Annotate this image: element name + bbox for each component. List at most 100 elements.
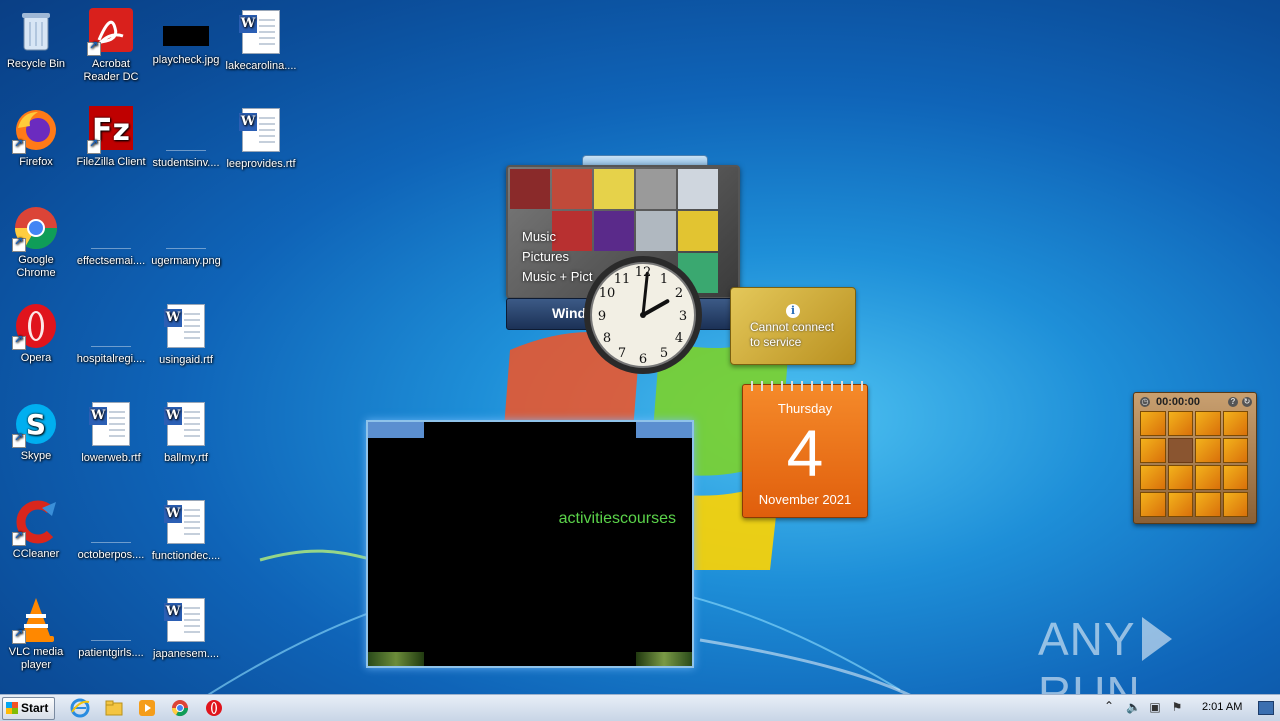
puzzle-tile[interactable] xyxy=(1222,465,1248,490)
slideshow-gadget[interactable]: activitiescourses xyxy=(366,420,694,668)
show-desktop-button[interactable] xyxy=(1258,701,1274,715)
puzzle-tile[interactable] xyxy=(1167,465,1193,490)
desktop-icon-hospitalregi[interactable]: hospitalregi.... xyxy=(73,302,149,366)
play-icon xyxy=(1141,617,1172,661)
shortcut-arrow-icon xyxy=(12,138,26,154)
icon-label: functiondec.... xyxy=(151,550,221,562)
puzzle-tile[interactable] xyxy=(1140,492,1166,517)
svg-text:2: 2 xyxy=(675,286,683,301)
feed-gadget[interactable]: i Cannot connect to service xyxy=(730,287,856,365)
info-icon: i xyxy=(786,304,800,318)
puzzle-tile[interactable] xyxy=(1222,492,1248,517)
desktop-icon-patientgirls[interactable]: patientgirls.... xyxy=(73,596,149,660)
feed-error-message: Cannot connect to service xyxy=(750,320,834,350)
media-thumbnail xyxy=(594,169,634,209)
desktop-icon-lakecarolina[interactable]: W lakecarolina.... xyxy=(223,8,299,73)
desktop-icon-japanesem[interactable]: W japanesem.... xyxy=(148,596,224,661)
desktop-icon-ccleaner[interactable]: CCleaner xyxy=(0,498,74,561)
puzzle-tile[interactable] xyxy=(1167,492,1193,517)
picture-puzzle-gadget[interactable]: ◷ 00:00:00 ? ↻ xyxy=(1133,392,1257,524)
desktop-icon-octoberpos[interactable]: octoberpos.... xyxy=(73,498,149,562)
blank-file-icon xyxy=(166,208,206,249)
ccleaner-icon xyxy=(12,498,60,546)
puzzle-tile[interactable] xyxy=(1140,465,1166,490)
icon-label: octoberpos.... xyxy=(77,549,145,561)
desktop-icon-acrobat[interactable]: Acrobat Reader DC xyxy=(73,8,149,84)
clock-gadget[interactable]: 12 12 3 4567 8 9 1011 xyxy=(582,254,704,376)
desktop-icon-functiondec[interactable]: W functiondec.... xyxy=(148,498,224,563)
media-thumbnail xyxy=(678,169,718,209)
desktop-icon-filezilla[interactable]: Fz FileZilla Client xyxy=(73,106,149,169)
svg-text:S: S xyxy=(26,408,46,441)
calendar-rings xyxy=(747,381,863,391)
puzzle-grid xyxy=(1140,411,1248,517)
desktop-icon-recycle-bin[interactable]: Recycle Bin xyxy=(0,8,74,71)
blank-file-icon xyxy=(91,208,131,249)
opera-icon xyxy=(12,302,60,350)
media-menu-item[interactable]: Music xyxy=(522,227,592,247)
svg-text:4: 4 xyxy=(675,331,683,346)
puzzle-tile[interactable] xyxy=(1167,411,1193,436)
shortcut-arrow-icon xyxy=(12,530,26,546)
svg-text:12: 12 xyxy=(635,265,652,280)
puzzle-tile[interactable] xyxy=(1140,411,1166,436)
media-thumbnail xyxy=(552,169,592,209)
desktop-icon-chrome[interactable]: Google Chrome xyxy=(0,204,74,280)
word-document-icon: W xyxy=(239,108,280,152)
slideshow-caption: activitiescourses xyxy=(558,510,676,527)
desktop-icon-ugermany[interactable]: ugermany.png xyxy=(148,204,224,268)
svg-text:10: 10 xyxy=(599,286,616,301)
puzzle-tile[interactable] xyxy=(1222,411,1248,436)
puzzle-tile[interactable] xyxy=(1195,411,1221,436)
media-thumbnail xyxy=(510,169,550,209)
slideshow-corner xyxy=(368,422,424,438)
timer-icon[interactable]: ◷ xyxy=(1140,397,1150,407)
desktop-icon-playcheck[interactable]: playcheck.jpg xyxy=(148,8,224,67)
icon-label: playcheck.jpg xyxy=(152,54,220,66)
desktop-icon-leeprovides[interactable]: W leeprovides.rtf xyxy=(223,106,299,171)
show-hidden-icons[interactable]: ⌃ xyxy=(1104,699,1114,713)
puzzle-tile[interactable] xyxy=(1195,465,1221,490)
desktop-icon-lowerweb[interactable]: W lowerweb.rtf xyxy=(73,400,149,465)
desktop-icon-vlc[interactable]: VLC media player xyxy=(0,596,74,672)
desktop-icon-skype[interactable]: S Skype xyxy=(0,400,74,463)
desktop-icon-opera[interactable]: Opera xyxy=(0,302,74,365)
shortcut-arrow-icon xyxy=(12,432,26,448)
file-explorer-icon[interactable] xyxy=(104,698,124,718)
tray-clock[interactable]: 2:01 AM xyxy=(1202,701,1242,713)
media-player-icon[interactable] xyxy=(137,698,157,718)
icon-label: patientgirls.... xyxy=(78,647,144,659)
desktop-icon-studentsinv[interactable]: studentsinv.... xyxy=(148,106,224,170)
desktop-icon-usingaid[interactable]: W usingaid.rtf xyxy=(148,302,224,367)
chrome-icon[interactable] xyxy=(170,698,190,718)
desktop-icon-ballmy[interactable]: W ballmy.rtf xyxy=(148,400,224,465)
system-tray: ⌃ 🔈 ▣ ⚑ 2:01 AM xyxy=(1100,695,1280,721)
icon-label: effectsemai.... xyxy=(76,255,146,267)
puzzle-toolbar: ◷ 00:00:00 ? ↻ xyxy=(1138,395,1252,409)
internet-explorer-icon[interactable] xyxy=(70,698,90,718)
blank-file-icon xyxy=(166,110,206,151)
puzzle-tile[interactable] xyxy=(1140,438,1166,463)
desktop-icon-firefox[interactable]: Firefox xyxy=(0,106,74,169)
acrobat-reader-icon xyxy=(87,8,135,56)
watermark-text: ANY xyxy=(1038,613,1136,665)
svg-text:1: 1 xyxy=(660,272,668,287)
network-icon[interactable]: ▣ xyxy=(1148,700,1162,714)
icon-label: studentsinv.... xyxy=(152,157,220,169)
calendar-gadget[interactable]: Thursday 4 November 2021 xyxy=(742,381,868,518)
start-button[interactable]: Start xyxy=(2,697,55,720)
help-icon[interactable]: ? xyxy=(1228,397,1238,407)
puzzle-empty-slot xyxy=(1167,438,1193,463)
desktop-icon-effectsemai[interactable]: effectsemai.... xyxy=(73,204,149,268)
volume-icon[interactable]: 🔈 xyxy=(1126,700,1141,714)
shortcut-arrow-icon xyxy=(12,236,26,252)
opera-icon[interactable] xyxy=(204,698,224,718)
puzzle-tile[interactable] xyxy=(1222,438,1248,463)
svg-text:11: 11 xyxy=(614,272,631,287)
puzzle-tile[interactable] xyxy=(1195,492,1221,517)
shuffle-icon[interactable]: ↻ xyxy=(1242,397,1252,407)
image-file-icon xyxy=(163,26,209,46)
puzzle-tile[interactable] xyxy=(1195,438,1221,463)
blank-file-icon xyxy=(91,600,131,641)
action-center-flag-icon[interactable]: ⚑ xyxy=(1170,700,1184,714)
